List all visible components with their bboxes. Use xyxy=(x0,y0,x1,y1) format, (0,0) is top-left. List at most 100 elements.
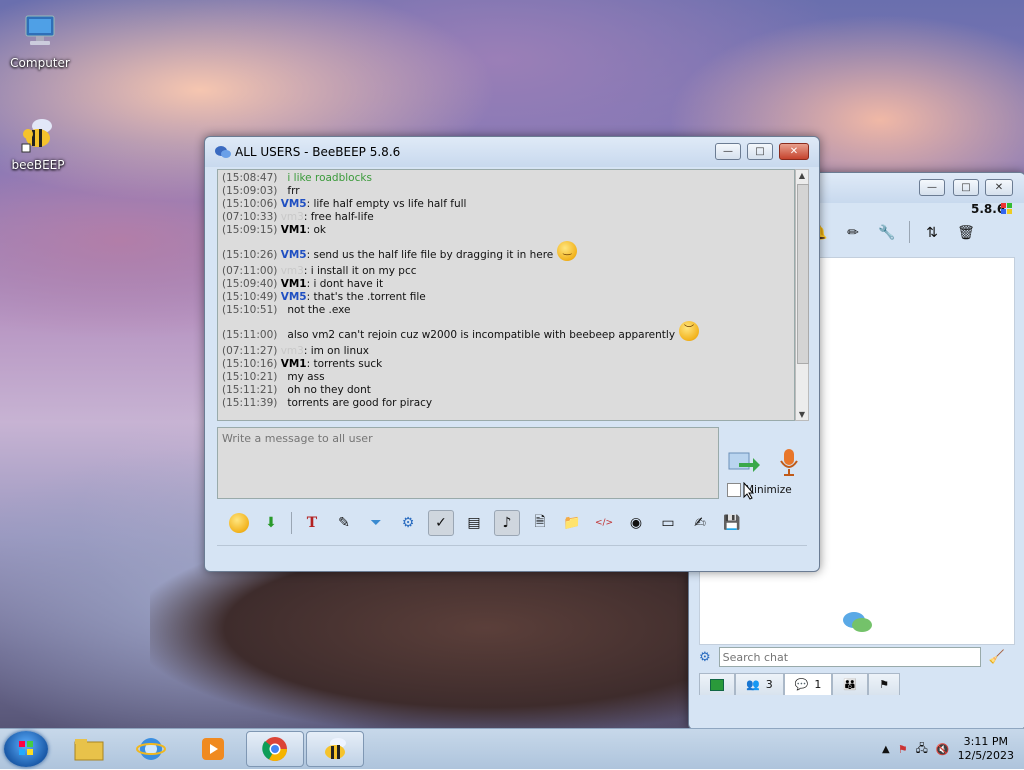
desktop-icon-computer[interactable]: Computer xyxy=(4,12,76,70)
save-chat-icon[interactable]: 🗎 xyxy=(528,511,552,535)
voice-message-button[interactable] xyxy=(777,447,801,477)
scroll-down-arrow[interactable]: ▼ xyxy=(798,410,806,419)
tab-flag[interactable]: ⚑ xyxy=(868,673,900,695)
spellcheck-icon[interactable]: ✓ xyxy=(428,510,454,536)
message-sender: vm3 xyxy=(280,265,304,277)
message-timestamp: (15:10:21) xyxy=(222,371,278,383)
send-message-button[interactable] xyxy=(727,449,761,477)
chat-message: (15:11:21) oh no they dont xyxy=(222,384,794,397)
beebeep-chat-icon xyxy=(215,145,231,159)
save-disk-icon[interactable]: 💾 xyxy=(720,511,744,535)
send-folder-icon[interactable]: 📁 xyxy=(560,511,584,535)
system-tray: ▲ ⚑ 🖧 🔇 3:11 PM 12/5/2023 xyxy=(882,729,1024,769)
bee-icon xyxy=(18,114,58,154)
settings-gear-icon[interactable]: ⚙ xyxy=(396,511,420,535)
wallpaper-rocks xyxy=(150,560,710,730)
chat-minimize-button[interactable]: — xyxy=(715,143,741,160)
computer-icon xyxy=(20,12,60,52)
message-timestamp: (15:10:26) xyxy=(222,249,278,261)
send-arrow-icon xyxy=(728,452,760,472)
clock-date: 12/5/2023 xyxy=(957,749,1014,762)
message-text: also vm2 can't rejoin cuz w2000 is incom… xyxy=(287,329,676,341)
taskbar-chrome[interactable] xyxy=(246,731,304,767)
chat-message: (15:09:40) VM1: i dont have it xyxy=(222,278,794,291)
chat-message: (15:11:00) also vm2 can't rejoin cuz w20… xyxy=(222,321,794,345)
action-center-flag-icon[interactable]: ⚑ xyxy=(898,743,908,756)
toolbar-separator xyxy=(909,221,910,243)
clear-search-icon[interactable]: 🧹 xyxy=(989,650,1005,665)
clock-time: 3:11 PM xyxy=(963,735,1008,748)
html-code-icon[interactable]: </> xyxy=(592,511,616,535)
beebeep-chat-window: ALL USERS - BeeBEEP 5.8.6 — □ ✕ (15:08:4… xyxy=(204,136,820,572)
search-settings-icon[interactable]: ⚙ xyxy=(699,650,711,665)
message-timestamp: (15:08:47) xyxy=(222,172,278,184)
chat-window-titlebar[interactable]: ALL USERS - BeeBEEP 5.8.6 — □ ✕ xyxy=(205,137,819,167)
chat-close-button[interactable]: ✕ xyxy=(779,143,809,160)
main-maximize-button[interactable]: □ xyxy=(953,179,979,196)
chat-maximize-button[interactable]: □ xyxy=(747,143,773,160)
screenshot-icon[interactable]: ◉ xyxy=(624,511,648,535)
color-picker-icon[interactable]: ✎ xyxy=(332,511,356,535)
chats-count: 1 xyxy=(814,678,822,691)
message-text: : ok xyxy=(306,224,326,236)
taskbar-media-player[interactable] xyxy=(184,731,242,767)
message-text: frr xyxy=(287,185,300,197)
taskbar-ie[interactable] xyxy=(122,731,180,767)
media-player-icon xyxy=(202,738,224,760)
message-text: : life half empty vs life half full xyxy=(306,198,467,210)
music-note-icon[interactable]: ♪ xyxy=(494,510,520,536)
main-minimize-button[interactable]: — xyxy=(919,179,945,196)
message-text: : torrents suck xyxy=(306,358,383,370)
window-icon[interactable]: ▭ xyxy=(656,511,680,535)
chat-message: (15:10:16) VM1: torrents suck xyxy=(222,358,794,371)
dictionary-icon[interactable]: ▤ xyxy=(462,511,486,535)
transfer-icon[interactable]: ⇅ xyxy=(920,221,944,245)
users-count: 3 xyxy=(765,678,773,691)
show-hidden-icons-arrow[interactable]: ▲ xyxy=(882,744,890,755)
taskbar-beebeep[interactable] xyxy=(306,731,364,767)
chat-message-log[interactable]: (15:08:47) i like roadblocks (15:09:03) f… xyxy=(217,169,795,421)
message-text: my ass xyxy=(287,371,325,383)
edit-icon[interactable]: ✏ xyxy=(841,221,865,245)
chat-message: (07:10:33) vm3: free half-life xyxy=(222,211,794,224)
beebeep-icon xyxy=(325,738,346,759)
scroll-up-arrow[interactable]: ▲ xyxy=(798,171,806,180)
smiley-icon[interactable] xyxy=(227,511,251,535)
search-chat-input[interactable] xyxy=(718,647,981,667)
network-icon[interactable]: 🖧 xyxy=(916,740,928,759)
message-timestamp: (15:09:40) xyxy=(222,278,278,290)
filter-icon[interactable]: ⏷ xyxy=(364,511,388,535)
microphone-icon xyxy=(780,449,798,476)
chat-message: (15:08:47) i like roadblocks xyxy=(222,172,794,185)
text-format-icon[interactable]: T xyxy=(300,511,324,535)
desktop-icon-beebeep[interactable]: beeBEEP xyxy=(2,114,74,172)
message-text: : im on linux xyxy=(303,345,369,357)
message-text: torrents are good for piracy xyxy=(287,397,433,409)
chat-window-title: ALL USERS - BeeBEEP 5.8.6 xyxy=(235,145,401,159)
message-timestamp: (07:10:33) xyxy=(222,211,278,223)
message-timestamp: (15:09:03) xyxy=(222,185,278,197)
tab-screen[interactable] xyxy=(699,673,735,695)
message-sender: VM5 xyxy=(280,198,307,210)
minimize-checkbox[interactable] xyxy=(727,483,741,497)
start-button[interactable] xyxy=(4,731,48,767)
minimize-option[interactable]: Minimize xyxy=(727,483,792,497)
chat-message: (15:10:26) VM5: send us the half life fi… xyxy=(222,241,794,265)
message-compose-input[interactable] xyxy=(217,427,719,499)
volume-muted-icon[interactable]: 🔇 xyxy=(936,743,950,756)
chat-message: (15:09:03) frr xyxy=(222,185,794,198)
taskbar-clock[interactable]: 3:11 PM 12/5/2023 xyxy=(958,735,1014,763)
taskbar-explorer[interactable] xyxy=(60,731,118,767)
download-icon[interactable]: ⬇ xyxy=(259,511,283,535)
edit-note-icon[interactable]: ✍ xyxy=(688,511,712,535)
trash-icon[interactable]: 🗑 xyxy=(954,221,978,245)
tab-groups[interactable]: 👪 xyxy=(832,673,869,695)
message-text: : i install it on my pcc xyxy=(303,265,417,277)
main-close-button[interactable]: ✕ xyxy=(985,179,1013,196)
tools-icon[interactable]: 🔧 xyxy=(875,221,899,245)
tab-users[interactable]: 👥 3 xyxy=(735,673,784,695)
message-sender: vm3 xyxy=(280,211,304,223)
tab-chats[interactable]: 💬 1 xyxy=(783,673,833,695)
scrollbar-thumb[interactable] xyxy=(797,184,809,364)
chat-log-scrollbar[interactable]: ▲ ▼ xyxy=(795,169,809,421)
